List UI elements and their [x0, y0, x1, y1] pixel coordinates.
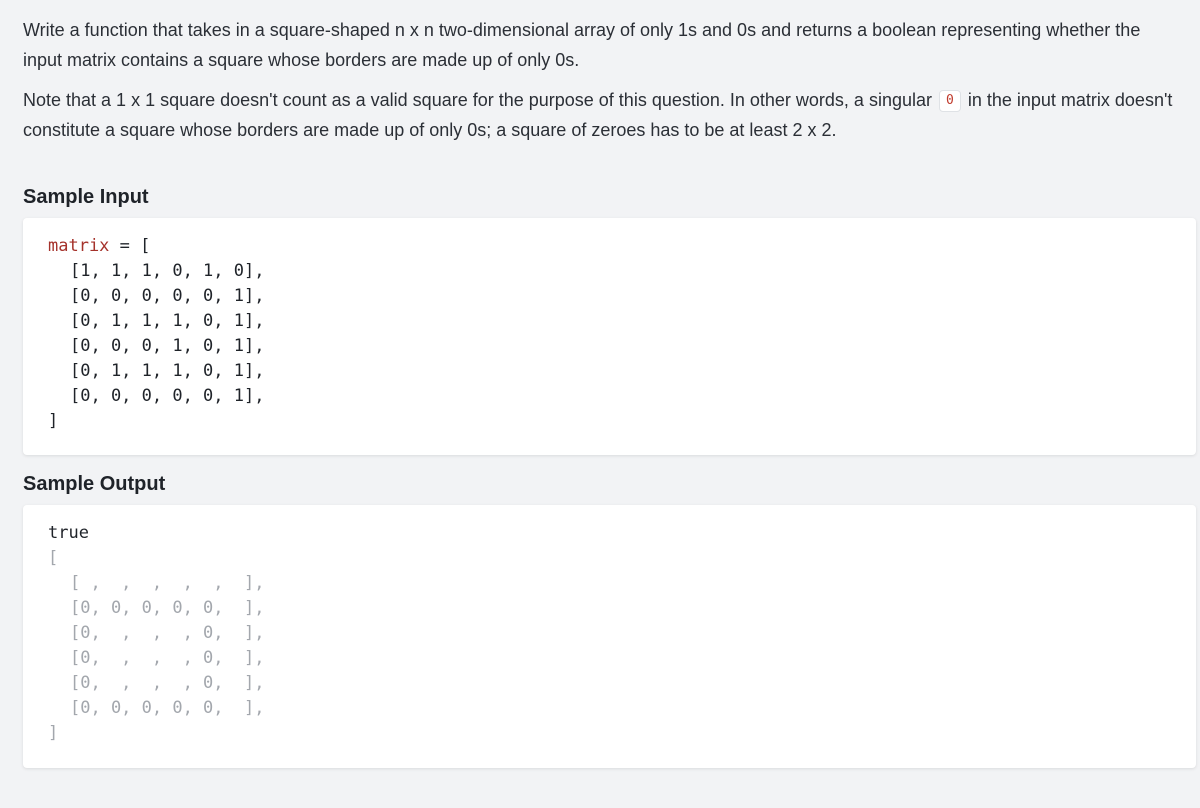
matrix-variable: matrix: [48, 236, 110, 256]
output-row: [0, , , , 0, ],: [70, 673, 265, 693]
output-result: true: [48, 523, 89, 543]
inline-code-zero: 0: [939, 90, 961, 112]
output-row: [ , , , , , ],: [70, 573, 265, 593]
description-text-1: Write a function that takes in a square-…: [23, 20, 1141, 70]
code-line-row: [0, 1, 1, 1, 0, 1],: [70, 361, 265, 381]
sample-input-code-block: matrix = [ [1, 1, 1, 0, 1, 0], [0, 0, 0,…: [23, 218, 1196, 455]
prompt-page: Write a function that takes in a square-…: [0, 0, 1200, 808]
sample-input-title: Sample Input: [23, 186, 149, 208]
code-line-row: [0, 0, 0, 0, 0, 1],: [70, 286, 265, 306]
sample-output-title: Sample Output: [23, 473, 166, 495]
output-open-bracket: [: [48, 548, 59, 568]
code-line-row: [1, 1, 1, 0, 1, 0],: [70, 261, 265, 281]
output-row: [0, , , , 0, ],: [70, 623, 265, 643]
code-line-row: [0, 0, 0, 0, 0, 1],: [70, 386, 265, 406]
code-line-assign: matrix = [: [48, 234, 1171, 259]
description-paragraph-1: Write a function that takes in a square-…: [23, 16, 1183, 75]
output-row: [0, 0, 0, 0, 0, ],: [70, 598, 265, 618]
code-line-row: [0, 1, 1, 1, 0, 1],: [70, 311, 265, 331]
assign-operator: = [: [109, 236, 151, 256]
code-line-row: [0, 0, 0, 1, 0, 1],: [70, 336, 265, 356]
description-paragraph-2: Note that a 1 x 1 square doesn't count a…: [23, 86, 1183, 145]
output-close-bracket: ]: [48, 723, 59, 743]
output-row: [0, 0, 0, 0, 0, ],: [70, 698, 265, 718]
output-row: [0, , , , 0, ],: [70, 648, 265, 668]
sample-output-code-block: true [ [ , , , , , ], [0, 0, 0, 0, 0, ],…: [23, 505, 1196, 768]
code-line-close: ]: [48, 411, 59, 431]
description-text-2a: Note that a 1 x 1 square doesn't count a…: [23, 90, 932, 110]
